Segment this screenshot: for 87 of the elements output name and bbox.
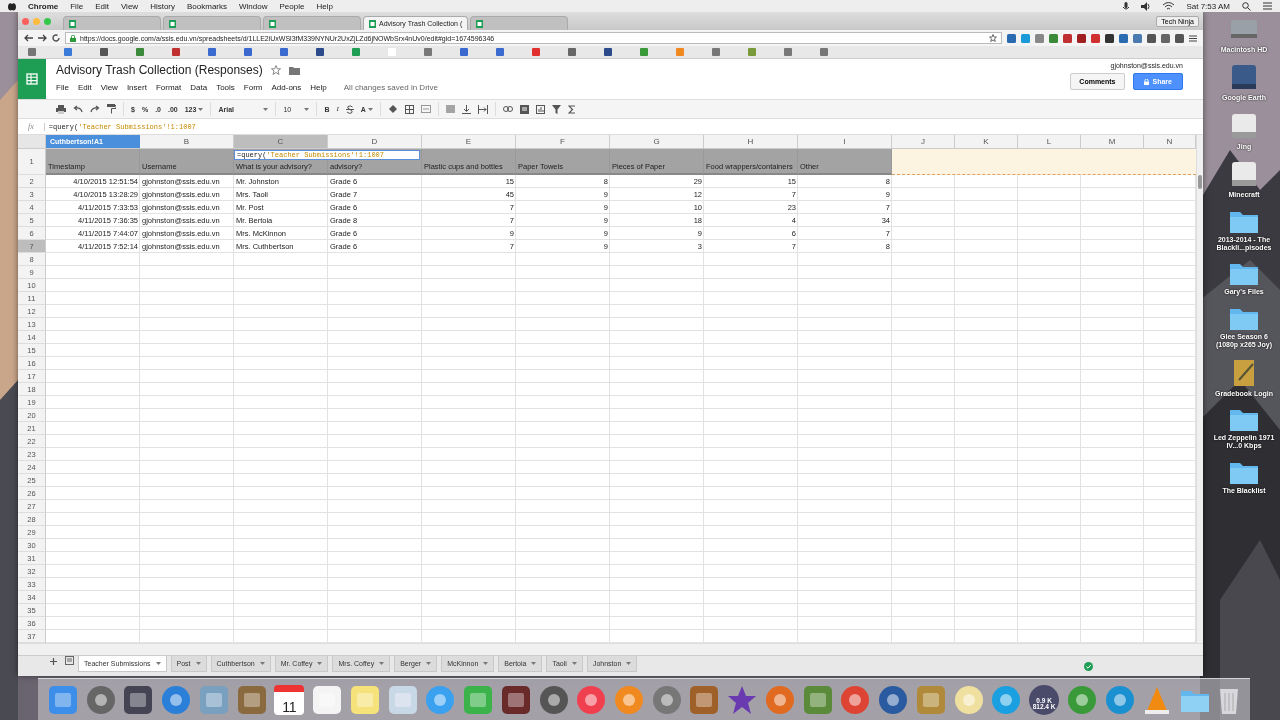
bookmark-icon[interactable] bbox=[316, 48, 324, 56]
fx-label: fx bbox=[28, 122, 34, 131]
filter-icon[interactable] bbox=[551, 104, 561, 114]
wifi-icon[interactable] bbox=[1163, 1, 1175, 11]
sync-check-icon[interactable] bbox=[1084, 661, 1093, 671]
caret-icon[interactable] bbox=[367, 107, 373, 111]
caret-icon[interactable] bbox=[198, 107, 204, 111]
star-icon[interactable] bbox=[989, 34, 997, 42]
apple-icon[interactable] bbox=[8, 1, 16, 11]
star-icon[interactable] bbox=[270, 65, 281, 75]
menu-item[interactable]: Edit bbox=[95, 1, 109, 11]
bookmark-icon[interactable] bbox=[100, 48, 108, 56]
menu-item[interactable]: Bookmarks bbox=[187, 1, 228, 11]
menu-item[interactable]: File bbox=[56, 83, 69, 92]
volume-icon[interactable] bbox=[1141, 1, 1152, 11]
link-icon[interactable] bbox=[502, 106, 513, 112]
caret-icon[interactable] bbox=[571, 662, 577, 665]
search-icon[interactable] bbox=[1242, 1, 1251, 11]
calendar-icon[interactable]: 11 bbox=[274, 684, 305, 715]
menu-item[interactable]: View bbox=[100, 83, 118, 92]
borders-icon[interactable] bbox=[404, 104, 414, 114]
scrollbar-thumb[interactable] bbox=[1198, 175, 1202, 189]
app-menu[interactable]: Chrome bbox=[28, 1, 59, 11]
sheet-icon bbox=[269, 19, 276, 28]
clock[interactable]: Sat 7:53 AM bbox=[1186, 1, 1230, 11]
browser-tab[interactable] bbox=[263, 16, 361, 30]
caret-icon[interactable] bbox=[626, 662, 632, 665]
back-icon[interactable] bbox=[24, 34, 33, 42]
caret-icon[interactable] bbox=[155, 662, 161, 665]
sum-icon[interactable] bbox=[567, 104, 576, 114]
forward-icon[interactable] bbox=[38, 34, 47, 42]
browser-tab[interactable] bbox=[163, 16, 261, 30]
caret-icon[interactable] bbox=[426, 662, 432, 665]
redo-icon[interactable] bbox=[90, 105, 100, 113]
sheet-icon bbox=[369, 19, 376, 28]
caret-icon[interactable] bbox=[263, 107, 269, 111]
menu-item[interactable]: Help bbox=[310, 83, 327, 92]
reload-icon[interactable] bbox=[52, 34, 60, 42]
menu-item[interactable]: Format bbox=[155, 83, 182, 92]
menu-icon[interactable] bbox=[1189, 34, 1197, 42]
menu-item[interactable]: Help bbox=[316, 1, 333, 11]
lock-icon bbox=[70, 34, 76, 42]
vertical-scrollbar[interactable] bbox=[1196, 135, 1203, 643]
horizontal-scrollbar[interactable] bbox=[18, 643, 1203, 655]
paint-roller-icon[interactable] bbox=[107, 104, 116, 114]
vertical-align-icon[interactable] bbox=[461, 104, 471, 114]
sheet-list-icon[interactable] bbox=[65, 656, 74, 665]
save-status: All changes saved in Drive bbox=[343, 83, 439, 92]
microphone-icon[interactable] bbox=[1123, 1, 1130, 11]
lock-icon bbox=[1143, 78, 1149, 85]
undo-icon[interactable] bbox=[73, 105, 83, 113]
sheet-icon bbox=[169, 19, 176, 28]
caret-icon[interactable] bbox=[379, 662, 385, 665]
print-icon[interactable] bbox=[56, 104, 66, 114]
menu-item[interactable]: Window bbox=[239, 1, 268, 11]
menu-item[interactable]: Data bbox=[190, 83, 208, 92]
merge-cells-icon[interactable] bbox=[420, 105, 431, 113]
fill-color-icon[interactable] bbox=[387, 104, 398, 114]
caret-icon[interactable] bbox=[531, 662, 537, 665]
star-icon[interactable] bbox=[727, 684, 758, 715]
browser-tab[interactable] bbox=[470, 16, 569, 30]
caret-icon[interactable] bbox=[483, 662, 489, 665]
caret-icon[interactable] bbox=[317, 662, 323, 665]
text-wrap-icon[interactable] bbox=[477, 104, 488, 114]
menu-item[interactable]: Insert bbox=[126, 83, 147, 92]
document-title[interactable]: Advisory Trash Collection (Responses) bbox=[56, 63, 263, 77]
menu-item[interactable]: Form bbox=[243, 83, 263, 92]
folder-icon[interactable] bbox=[288, 65, 300, 75]
menu-item[interactable]: Add-ons bbox=[271, 83, 302, 92]
caret-icon[interactable] bbox=[259, 662, 265, 665]
sheet-icon bbox=[69, 19, 76, 28]
menu-item[interactable]: History bbox=[150, 1, 175, 11]
sheets-logo-icon[interactable] bbox=[25, 71, 39, 87]
plus-icon bbox=[50, 658, 57, 665]
bookmark-icon[interactable] bbox=[604, 48, 612, 56]
caret-icon[interactable] bbox=[195, 662, 201, 665]
caret-icon[interactable] bbox=[304, 107, 310, 111]
column-header[interactable]: C bbox=[234, 135, 328, 149]
bookmark-icon[interactable] bbox=[568, 48, 576, 56]
strikethrough-icon[interactable] bbox=[345, 104, 354, 114]
sheet-icon bbox=[476, 19, 484, 28]
menu-item[interactable]: View bbox=[120, 1, 139, 11]
menu-item[interactable]: File bbox=[70, 1, 84, 11]
chart-icon[interactable] bbox=[535, 104, 545, 114]
menu-item[interactable]: People bbox=[279, 1, 305, 11]
menu-item[interactable]: Tools bbox=[216, 83, 235, 92]
menu-item[interactable]: Edit bbox=[77, 83, 92, 92]
